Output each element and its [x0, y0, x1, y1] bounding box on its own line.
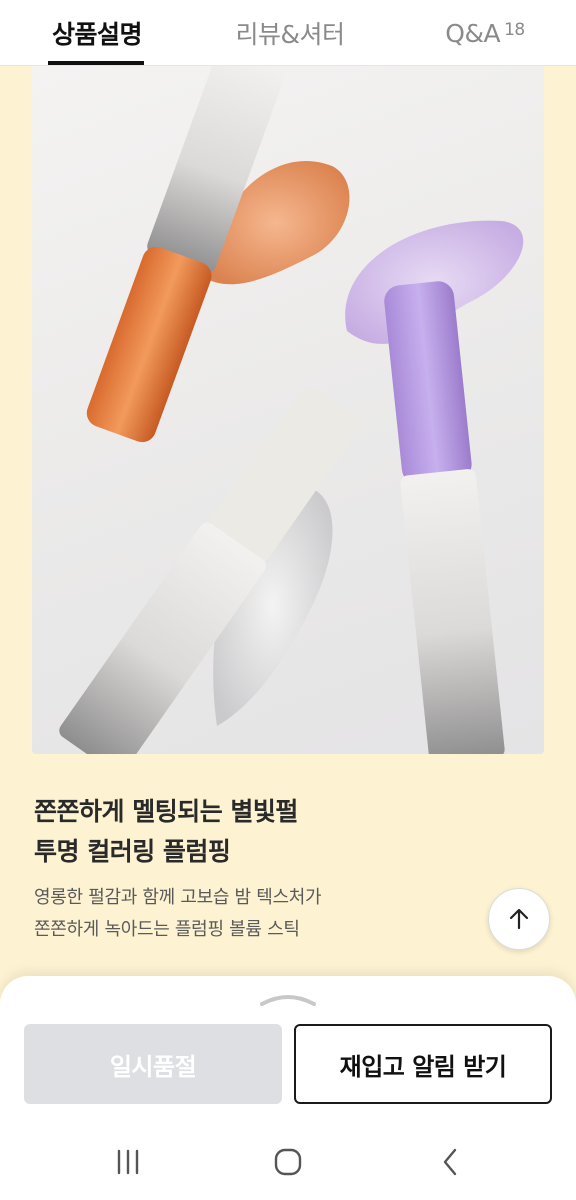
- product-image: [32, 66, 544, 754]
- active-tab-indicator: [48, 61, 144, 65]
- tab-label: 상품설명: [51, 20, 143, 49]
- tab-bar: 상품설명 리뷰&셔터 Q&A 18: [0, 0, 576, 66]
- chevron-up-icon[interactable]: [258, 990, 318, 1008]
- back-icon: [443, 1148, 457, 1176]
- tab-label: Q&A: [445, 18, 501, 48]
- lip-balm-illustration: [59, 66, 524, 754]
- restock-alert-button[interactable]: 재입고 알림 받기: [294, 1024, 552, 1104]
- system-navigation-bar: [0, 1124, 576, 1200]
- arrow-up-icon: [509, 908, 529, 930]
- tab-product-description[interactable]: 상품설명: [22, 0, 172, 66]
- home-button[interactable]: [258, 1142, 318, 1182]
- sold-out-button[interactable]: 일시품절: [24, 1024, 282, 1104]
- sold-out-label: 일시품절: [109, 1052, 197, 1081]
- tab-count-badge: 18: [504, 20, 525, 40]
- scroll-to-top-button[interactable]: [488, 888, 550, 950]
- description-line-1: 영롱한 펄감과 함께 고보습 밤 텍스처가: [34, 887, 322, 908]
- tab-qna[interactable]: Q&A 18: [430, 0, 540, 66]
- product-headline: 쫀쫀하게 멜팅되는 별빛펄 투명 컬러링 플럼핑: [34, 792, 298, 872]
- headline-line-1: 쫀쫀하게 멜팅되는 별빛펄: [34, 797, 298, 826]
- restock-alert-label: 재입고 알림 받기: [339, 1052, 507, 1081]
- tab-reviews[interactable]: 리뷰&셔터: [210, 0, 370, 66]
- recent-apps-button[interactable]: [98, 1142, 158, 1182]
- product-description: 영롱한 펄감과 함께 고보습 밤 텍스처가 쫀쫀하게 녹아드는 플럼핑 볼륨 스…: [34, 882, 322, 946]
- purchase-bottom-sheet: 일시품절 재입고 알림 받기: [0, 976, 576, 1200]
- product-content: 쫀쫀하게 멜팅되는 별빛펄 투명 컬러링 플럼핑 영롱한 펄감과 함께 고보습 …: [0, 66, 576, 1066]
- recent-apps-icon: [117, 1149, 139, 1175]
- back-button[interactable]: [420, 1142, 480, 1182]
- headline-line-2: 투명 컬러링 플럼핑: [34, 837, 231, 866]
- home-icon: [274, 1148, 302, 1176]
- description-line-2: 쫀쫀하게 녹아드는 플럼핑 볼륨 스틱: [34, 919, 300, 940]
- tab-label: 리뷰&셔터: [235, 20, 346, 49]
